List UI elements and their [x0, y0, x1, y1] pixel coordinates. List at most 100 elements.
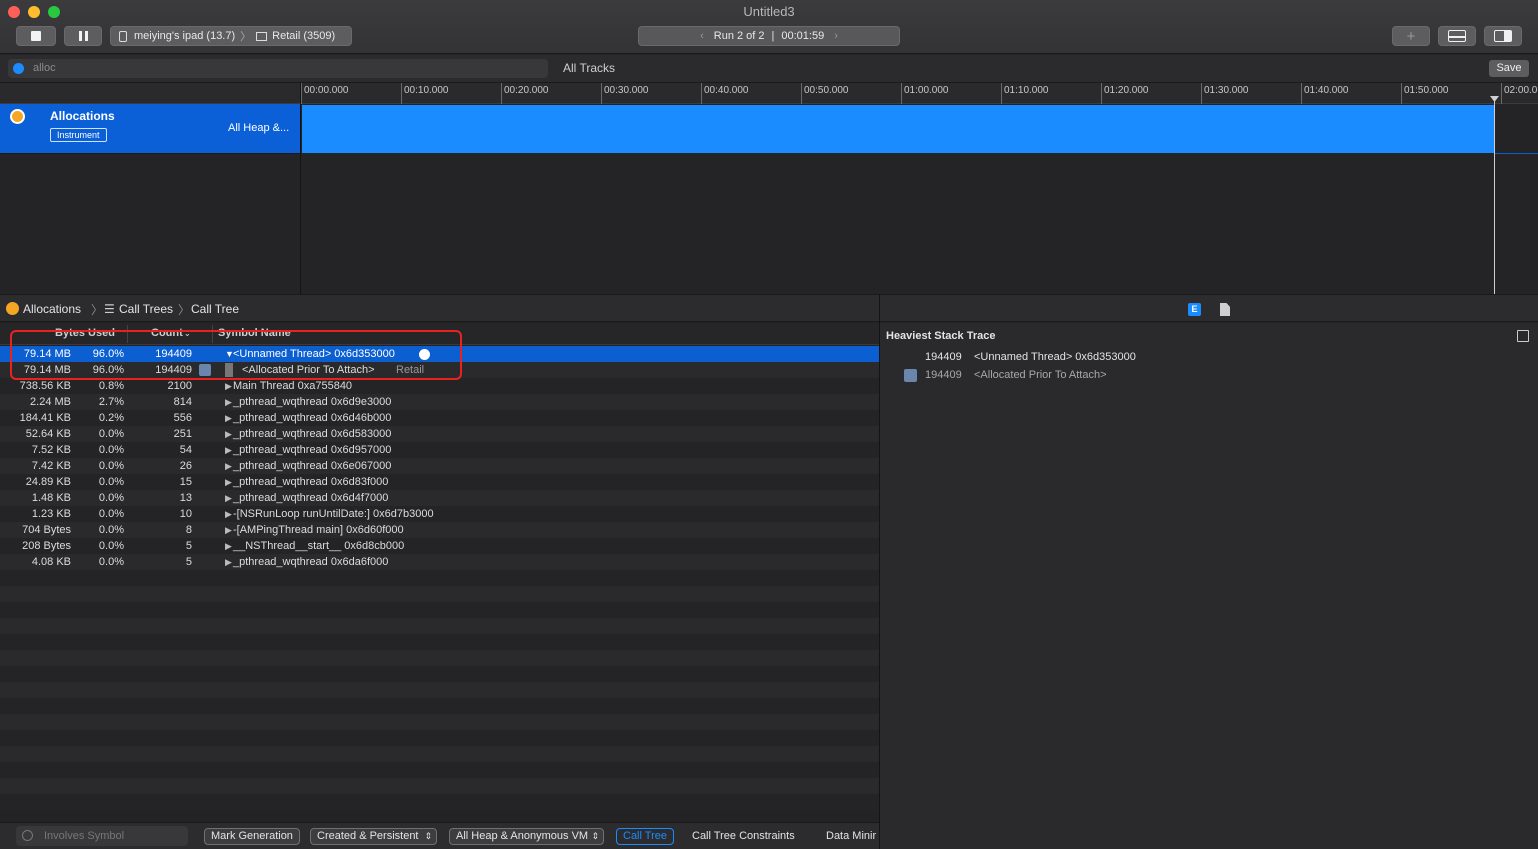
bytes-used-cell: 52.64 KB	[25, 428, 71, 440]
disclosure-triangle-icon[interactable]: ▶	[225, 394, 232, 410]
table-row[interactable]: 4.08 KB 0.0% 5 ▶ _pthread_wqthread 0x6da6f00…	[0, 554, 879, 570]
involves-symbol-field[interactable]: Involves Symbol	[16, 826, 188, 846]
updown-chevron-icon: ⇕	[591, 831, 599, 841]
empty-row	[0, 794, 879, 810]
percent-cell: 0.0%	[98, 428, 124, 440]
heap-select[interactable]: All Heap & Anonymous VM ⇕	[449, 828, 604, 845]
track-subtitle: All Heap &...	[228, 122, 290, 134]
symbol-name-cell: _pthread_wqthread 0x6d957000	[233, 444, 392, 456]
table-row[interactable]: 2.24 MB 2.7% 814 ▶ _pthread_wqthread 0x6d9e3…	[0, 394, 879, 410]
count-cell: 251	[173, 428, 192, 440]
time-tick-label: 01:30.000	[1201, 83, 1249, 104]
time-tick-label: 00:50.000	[801, 83, 849, 104]
table-row[interactable]: 52.64 KB 0.0% 251 ▶ _pthread_wqthread 0x6d58…	[0, 426, 879, 442]
table-row[interactable]: 1.48 KB 0.0% 13 ▶ _pthread_wqthread 0x6d4f70…	[0, 490, 879, 506]
disclosure-triangle-icon[interactable]: ▶	[225, 474, 232, 490]
count-cell: 54	[179, 444, 192, 456]
empty-row	[0, 618, 879, 634]
extended-detail-icon[interactable]: E	[1188, 303, 1201, 316]
toggle-detail-button[interactable]	[1438, 26, 1476, 46]
track-filter-value: alloc	[33, 62, 56, 74]
stop-button[interactable]	[16, 26, 56, 46]
inspector-panel: Heaviest Stack Trace 194409 <Unnamed Thr…	[880, 323, 1538, 849]
track-filter-field[interactable]: alloc	[8, 59, 548, 78]
time-tick-label: 00:30.000	[601, 83, 649, 104]
save-button[interactable]: Save	[1489, 60, 1529, 77]
empty-row	[0, 682, 879, 698]
tab-call-tree[interactable]: Call Tree	[616, 828, 675, 845]
table-row[interactable]: 1.23 KB 0.0% 10 ▶ -[NSRunLoop runUntilDate:]…	[0, 506, 879, 522]
table-row[interactable]: 7.42 KB 0.0% 26 ▶ _pthread_wqthread 0x6e0670…	[0, 458, 879, 474]
track-empty-area	[0, 154, 1538, 294]
pause-button[interactable]	[64, 26, 102, 46]
disclosure-triangle-icon[interactable]: ▶	[225, 506, 232, 522]
time-ruler[interactable]: 00:00.000 00:10.000 00:20.000 00:30.000 00:4…	[301, 83, 1538, 104]
breadcrumb-allocations[interactable]: Allocations	[23, 302, 81, 316]
stack-frame-symbol: <Allocated Prior To Attach>	[974, 369, 1107, 381]
playhead[interactable]	[1494, 96, 1495, 294]
empty-row	[0, 762, 879, 778]
table-row[interactable]: 704 Bytes 0.0% 8 ▶ -[AMPingThread main] 0x6d…	[0, 522, 879, 538]
count-cell: 5	[185, 556, 192, 568]
stack-frame[interactable]: 194409 <Unnamed Thread> 0x6d353000	[880, 349, 1538, 365]
disclosure-triangle-icon[interactable]: ▶	[225, 538, 232, 554]
heap-value: All Heap & Anonymous VM	[456, 830, 589, 842]
time-tick-label: 01:50.000	[1401, 83, 1449, 104]
document-icon[interactable]	[1220, 303, 1230, 316]
plus-icon: +	[1406, 27, 1416, 45]
table-row[interactable]: 7.52 KB 0.0% 54 ▶ _pthread_wqthread 0x6d9570…	[0, 442, 879, 458]
add-instrument-button[interactable]: +	[1392, 26, 1430, 46]
call-tree-table[interactable]: 79.14 MB 96.0% 194409 ▼ <Unnamed Thread> 0x6…	[0, 346, 879, 822]
ipad-icon	[119, 30, 127, 42]
count-cell: 26	[179, 460, 192, 472]
breadcrumb-call-trees[interactable]: Call Trees	[119, 302, 173, 316]
disclosure-triangle-icon[interactable]: ▶	[225, 378, 232, 394]
percent-cell: 0.0%	[98, 444, 124, 456]
empty-row	[0, 714, 879, 730]
table-row[interactable]: 24.89 KB 0.0% 15 ▶ _pthread_wqthread 0x6d83f…	[0, 474, 879, 490]
next-run-button[interactable]: ›	[834, 30, 838, 42]
stack-frame-count: 194409	[925, 369, 962, 381]
table-row[interactable]: 184.41 KB 0.2% 556 ▶ _pthread_wqthread 0x6d4…	[0, 410, 879, 426]
disclosure-triangle-icon[interactable]: ▶	[225, 490, 232, 506]
disclosure-triangle-icon[interactable]: ▶	[225, 442, 232, 458]
bytes-used-cell: 184.41 KB	[19, 412, 71, 424]
symbol-name-cell: -[AMPingThread main] 0x6d60f000	[233, 524, 404, 536]
tab-data-mining[interactable]: Data Minir	[826, 830, 876, 842]
bytes-used-cell: 704 Bytes	[22, 524, 71, 536]
allocations-icon	[10, 109, 25, 124]
bytes-used-cell: 24.89 KB	[25, 476, 71, 488]
involves-symbol-placeholder: Involves Symbol	[44, 830, 125, 842]
breadcrumb-call-tree[interactable]: Call Tree	[191, 302, 239, 316]
tab-call-tree-constraints[interactable]: Call Tree Constraints	[692, 830, 795, 842]
table-row[interactable]: 738.56 KB 0.8% 2100 ▶ Main Thread 0xa755840	[0, 378, 879, 394]
table-row[interactable]: 208 Bytes 0.0% 5 ▶ __NSThread__start__ 0x6d8…	[0, 538, 879, 554]
bytes-used-cell: 2.24 MB	[30, 396, 71, 408]
chevron-right-icon: 〉	[91, 303, 104, 317]
bytes-used-cell: 4.08 KB	[31, 556, 71, 568]
count-cell: 2100	[167, 380, 192, 392]
disclosure-triangle-icon[interactable]: ▶	[225, 522, 232, 538]
lifespan-select[interactable]: Created & Persistent ⇕	[310, 828, 437, 845]
stack-frame[interactable]: 194409 <Allocated Prior To Attach>	[880, 367, 1538, 383]
time-tick-label: 00:00.000	[301, 83, 349, 104]
count-cell: 10	[179, 508, 192, 520]
updown-chevron-icon: ⇕	[424, 831, 432, 841]
disclosure-triangle-icon[interactable]: ▶	[225, 458, 232, 474]
symbol-name-cell: _pthread_wqthread 0x6d4f7000	[233, 492, 389, 504]
allocations-icon	[6, 302, 19, 315]
toggle-inspector-button[interactable]	[1484, 26, 1522, 46]
disclosure-triangle-icon[interactable]: ▶	[225, 426, 232, 442]
bytes-used-cell: 7.52 KB	[31, 444, 71, 456]
run-navigator[interactable]: ‹ Run 2 of 2 | 00:01:59 ›	[638, 26, 900, 46]
previous-run-button[interactable]: ‹	[700, 30, 704, 42]
collapse-icon[interactable]	[1517, 330, 1529, 342]
disclosure-triangle-icon[interactable]: ▶	[225, 410, 232, 426]
allocations-track-graph[interactable]	[302, 105, 1495, 153]
percent-cell: 0.0%	[98, 556, 124, 568]
percent-cell: 0.2%	[98, 412, 124, 424]
mark-generation-button[interactable]: Mark Generation	[204, 828, 300, 845]
track-allocations[interactable]: Allocations Instrument All Heap &...	[0, 104, 301, 154]
target-selector[interactable]: meiying's ipad (13.7) 〉 Retail (3509)	[110, 26, 352, 46]
disclosure-triangle-icon[interactable]: ▶	[225, 554, 232, 570]
